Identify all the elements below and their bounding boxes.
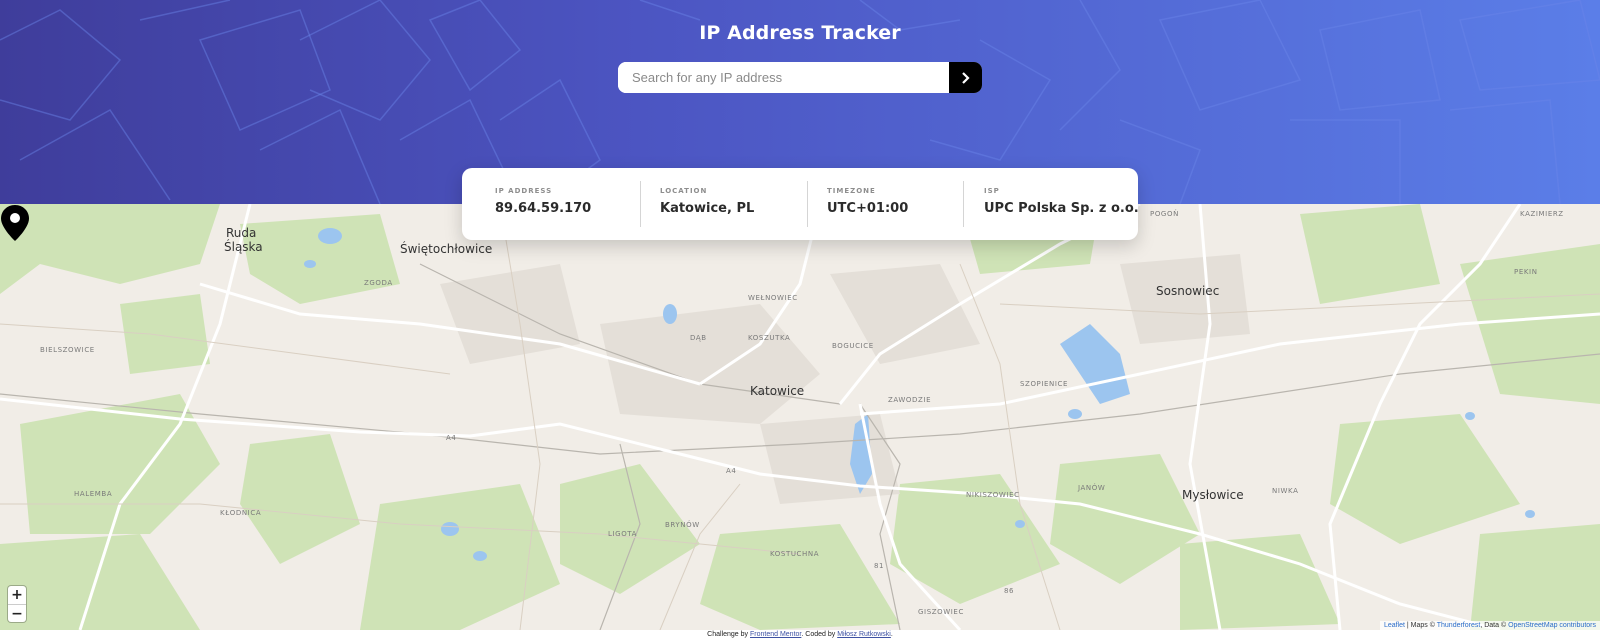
frontend-mentor-link[interactable]: Frontend Mentor xyxy=(750,631,801,638)
divider xyxy=(640,181,641,227)
map-tiles xyxy=(0,204,1600,630)
map-parks xyxy=(0,204,1600,630)
place-myslowice: Mysłowice xyxy=(1182,488,1244,502)
place-sosnowiec: Sosnowiec xyxy=(1156,284,1220,298)
road-86-label: 86 xyxy=(1004,587,1015,595)
place-bielszowice: BIELSZOWICE xyxy=(40,346,95,354)
thunderforest-link[interactable]: Thunderforest xyxy=(1437,622,1481,629)
place-halemba: HALEMBA xyxy=(74,490,113,498)
ip-info-card: IP ADDRESS 89.64.59.170 LOCATION Katowic… xyxy=(462,168,1139,240)
zoom-controls: + − xyxy=(8,586,26,622)
zoom-in-button[interactable]: + xyxy=(8,586,26,604)
place-brynow: BRYNÓW xyxy=(665,521,700,529)
place-pekin: Pekin xyxy=(1514,268,1538,276)
footer-suffix: . xyxy=(890,631,893,638)
leaflet-link[interactable]: Leaflet xyxy=(1384,622,1405,629)
place-koszutka: KOSZUTKA xyxy=(748,334,791,342)
attribution-maps-text: | Maps © xyxy=(1406,622,1435,629)
place-kazimierz: KAZIMIERZ xyxy=(1520,210,1564,218)
place-klodnica: KŁODNICA xyxy=(220,509,262,517)
place-dab: DĄB xyxy=(690,334,707,342)
openstreetmap-link[interactable]: OpenStreetMap contributors xyxy=(1508,622,1596,629)
place-zawodzie: ZAWODZIE xyxy=(888,396,932,404)
road-81-label: 81 xyxy=(874,562,885,570)
ip-address-value: 89.64.59.170 xyxy=(495,201,592,216)
page-title: IP Address Tracker xyxy=(699,22,901,44)
search-bar xyxy=(618,62,982,93)
place-szopienice: SZOPIENICE xyxy=(1020,380,1069,388)
footer-attribution: Challenge by Frontend Mentor. Coded by M… xyxy=(0,630,1600,640)
footer-prefix: Challenge by xyxy=(707,631,749,638)
place-nikiszowiec: NIKISZOWIEC xyxy=(966,491,1020,499)
divider xyxy=(807,181,808,227)
place-giszowiec: GISZOWIEC xyxy=(918,608,964,616)
place-kostuchna: KOSTUCHNA xyxy=(770,550,820,558)
zoom-out-button[interactable]: − xyxy=(8,604,26,622)
place-pogon: POGOŃ xyxy=(1150,210,1179,218)
location-value: Katowice, PL xyxy=(660,201,755,216)
ip-search-input[interactable] xyxy=(618,62,949,93)
isp-section: ISP UPC Polska Sp. z o.o. xyxy=(984,181,1139,227)
place-bogucice: BOGUCICE xyxy=(832,342,874,350)
place-zgoda: ZGODA xyxy=(364,279,393,287)
timezone-section: TIMEZONE UTC+01:00 xyxy=(827,181,963,227)
timezone-value: UTC+01:00 xyxy=(827,201,909,216)
isp-label: ISP xyxy=(984,187,1000,195)
place-ruda: Ruda xyxy=(226,226,257,240)
place-katowice: Katowice xyxy=(750,384,805,398)
location-section: LOCATION Katowice, PL xyxy=(660,181,807,227)
author-link[interactable]: Miłosz Rutkowski xyxy=(837,631,891,638)
place-wemnowiec: WEŁNOWIEC xyxy=(748,294,798,302)
ip-address-label: IP ADDRESS xyxy=(495,187,553,195)
map-attribution: Leaflet | Maps © Thunderforest, Data © O… xyxy=(1379,621,1600,630)
place-swietochlowice: Świętochłowice xyxy=(400,242,493,256)
isp-value: UPC Polska Sp. z o.o. xyxy=(984,201,1139,216)
location-label: LOCATION xyxy=(660,187,708,195)
road-a4-label: A4 xyxy=(726,467,737,475)
road-a4-label: A4 xyxy=(446,434,457,442)
footer-coded-by: . Coded by xyxy=(801,631,836,638)
place-ligota: LIGOTA xyxy=(608,530,638,538)
ip-address-section: IP ADDRESS 89.64.59.170 xyxy=(495,181,640,227)
divider xyxy=(963,181,964,227)
place-slaska: Śląska xyxy=(224,240,263,254)
search-submit-button[interactable] xyxy=(949,62,982,93)
attribution-data-text: , Data © xyxy=(1480,622,1507,629)
place-janow: JANÓW xyxy=(1078,484,1106,492)
chevron-right-icon xyxy=(962,71,970,84)
timezone-label: TIMEZONE xyxy=(827,187,876,195)
place-niwka: NIWKA xyxy=(1272,487,1299,495)
location-marker-icon[interactable] xyxy=(0,204,30,242)
map-view[interactable]: Ruda Śląska Świętochłowice Katowice Sosn… xyxy=(0,204,1600,630)
